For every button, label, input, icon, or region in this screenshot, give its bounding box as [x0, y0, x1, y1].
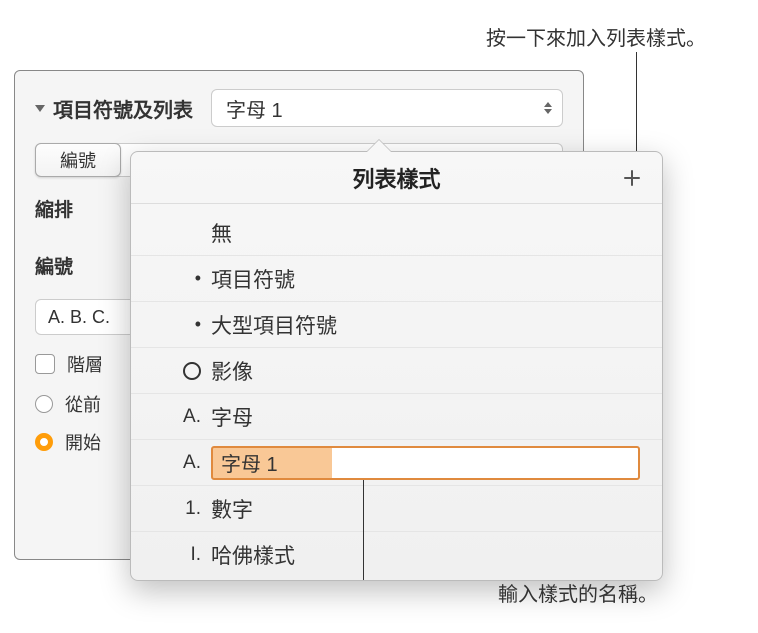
chevron-down-icon	[35, 105, 45, 112]
continue-label: 從前	[65, 391, 101, 417]
start-label: 開始	[65, 429, 101, 455]
tier-label: 階層	[67, 351, 103, 377]
bullet-icon: •	[171, 314, 211, 335]
style-item-harvard[interactable]: I. 哈佛樣式	[131, 532, 662, 578]
bullet-icon: •	[171, 268, 211, 289]
numbering-label: 編號	[35, 257, 73, 278]
style-label: 字母	[211, 402, 640, 432]
style-name-input[interactable]: 字母 1	[211, 446, 640, 480]
section-title: 項目符號及列表	[53, 94, 193, 123]
popover-title: 列表樣式	[352, 162, 440, 194]
roman-marker: I.	[171, 544, 211, 566]
continue-radio[interactable]	[35, 395, 53, 413]
style-label: 項目符號	[211, 264, 640, 294]
style-label: 哈佛樣式	[211, 540, 640, 570]
style-list: 無 • 項目符號 • 大型項目符號 影像 A. 字母 A. 字母 1 1. 數字	[131, 204, 662, 580]
list-styles-popover: 列表樣式 無 • 項目符號 • 大型項目符號 影像 A. 字母	[130, 151, 663, 581]
style-item-big-bullet[interactable]: • 大型項目符號	[131, 302, 662, 348]
style-dropdown[interactable]: 字母 1	[211, 89, 563, 127]
style-item-number[interactable]: 1. 數字	[131, 486, 662, 532]
callout-name-style: 輸入樣式的名稱。	[498, 578, 658, 607]
letter-marker: A.	[171, 452, 211, 474]
plus-icon	[622, 168, 642, 188]
segment-numbered[interactable]: 編號	[35, 143, 121, 177]
letter-marker: A.	[171, 406, 211, 428]
style-label: 影像	[211, 356, 640, 386]
updown-icon	[544, 102, 552, 114]
style-item-bullet[interactable]: • 項目符號	[131, 256, 662, 302]
dropdown-value: 字母 1	[226, 94, 283, 123]
style-item-letter-editing[interactable]: A. 字母 1	[131, 440, 662, 486]
style-label: 大型項目符號	[211, 310, 640, 340]
style-label: 數字	[211, 494, 640, 524]
callout-line-bottom	[363, 480, 364, 580]
callout-add-style: 按一下來加入列表樣式。	[486, 22, 706, 51]
format-example: A. B. C.	[48, 307, 110, 328]
tier-checkbox[interactable]	[35, 354, 55, 374]
number-marker: 1.	[171, 498, 211, 520]
disclosure-toggle[interactable]: 項目符號及列表	[35, 94, 193, 123]
add-style-button[interactable]	[620, 166, 644, 190]
style-item-image[interactable]: 影像	[131, 348, 662, 394]
style-label: 無	[211, 218, 640, 248]
style-item-letter[interactable]: A. 字母	[131, 394, 662, 440]
image-marker-icon	[171, 362, 211, 380]
style-item-none[interactable]: 無	[131, 210, 662, 256]
indent-label: 縮排	[35, 200, 73, 221]
start-radio[interactable]	[35, 433, 53, 451]
